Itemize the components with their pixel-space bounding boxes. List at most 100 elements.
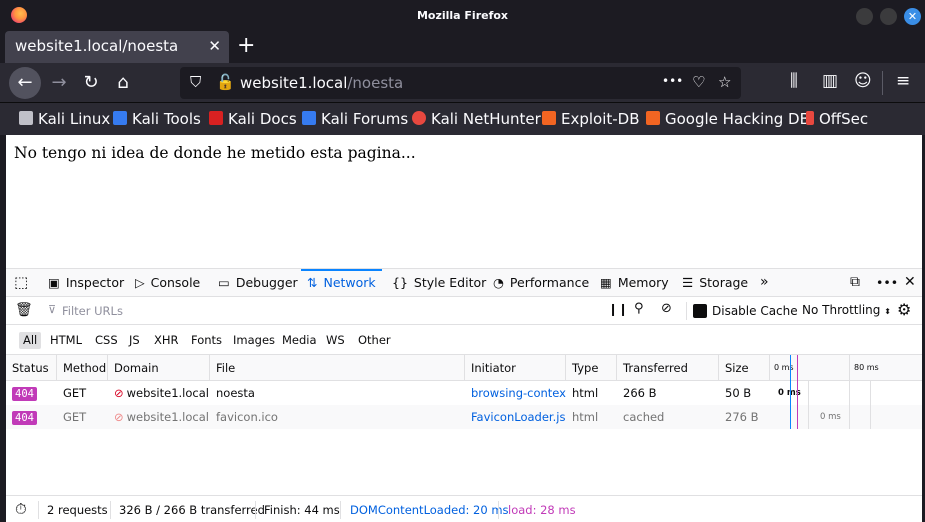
url-bar[interactable]: ⛉ 🔓 website1.local/noesta ••• ♡ ☆	[180, 67, 741, 99]
row-initiator-link[interactable]: browsing-contex...	[465, 381, 566, 405]
settings-gear-icon[interactable]: ⚙	[897, 300, 911, 319]
pocket-icon[interactable]: ♡	[692, 73, 705, 91]
column-file[interactable]: File	[210, 355, 465, 381]
column-timeline[interactable]: 0 ms 80 ms	[770, 355, 922, 381]
menu-hamburger-icon[interactable]: ≡	[896, 71, 910, 91]
tab-title: website1.local/noesta	[15, 37, 179, 55]
tab-inspector[interactable]: ▣ Inspector	[48, 269, 124, 296]
minimize-button[interactable]	[856, 8, 873, 25]
bookmark-label: Exploit-DB	[561, 110, 640, 128]
bookmark-kali-forums[interactable]: Kali Forums	[302, 110, 408, 128]
storage-icon: ☰	[682, 275, 694, 290]
home-button[interactable]: ⌂	[107, 67, 139, 99]
column-size[interactable]: Size	[719, 355, 770, 381]
row-timing: 0 ms	[778, 388, 801, 398]
timeline-label-80: 80 ms	[854, 363, 879, 372]
type-filter-js[interactable]: JS	[125, 332, 144, 349]
column-type[interactable]: Type	[566, 355, 617, 381]
tab-debugger[interactable]: ▭ Debugger	[218, 269, 298, 296]
bookmark-kali-nethunter[interactable]: Kali NetHunter	[412, 110, 541, 128]
insecure-lock-icon[interactable]: 🔓	[216, 73, 235, 91]
bookmark-kali-linux[interactable]: Kali Linux	[19, 110, 110, 128]
summary-requests: 2 requests	[47, 503, 108, 517]
type-filter-media[interactable]: Media	[278, 332, 321, 349]
window-titlebar: Mozilla Firefox ✕	[0, 0, 925, 31]
more-tools-chevron-icon[interactable]: »	[760, 269, 769, 296]
row-method: GET	[63, 410, 87, 424]
bookmark-kali-docs[interactable]: Kali Docs	[209, 110, 297, 128]
tab-performance[interactable]: ◔ Performance	[493, 269, 589, 296]
page-content: No tengo ni idea de donde he metido esta…	[6, 135, 922, 268]
account-icon[interactable]: ☺	[854, 71, 872, 91]
bookmark-kali-tools[interactable]: Kali Tools	[113, 110, 201, 128]
type-filter-xhr[interactable]: XHR	[150, 332, 183, 349]
column-initiator[interactable]: Initiator	[465, 355, 566, 381]
column-status[interactable]: Status	[6, 355, 57, 381]
stopwatch-icon[interactable]: ⏱	[15, 500, 27, 518]
divider	[110, 501, 111, 519]
clear-trash-icon[interactable]: 🗑	[15, 302, 33, 318]
disable-cache-label[interactable]: Disable Cache	[712, 304, 798, 318]
tab-memory[interactable]: ▦ Memory	[600, 269, 669, 296]
kali-forums-icon	[302, 111, 316, 125]
performance-icon: ◔	[493, 275, 504, 290]
maximize-button[interactable]	[880, 8, 897, 25]
tracking-shield-icon[interactable]: ⛉	[190, 73, 201, 91]
throttling-select[interactable]: No Throttling ⬍	[802, 303, 891, 317]
filter-urls-input[interactable]	[42, 301, 592, 321]
block-icon[interactable]: ⊘	[661, 301, 672, 316]
page-actions-icon[interactable]: •••	[662, 74, 683, 88]
search-icon[interactable]: ⚲	[634, 301, 644, 316]
table-row[interactable]: 404 GET ⊘ website1.local favicon.ico Favi…	[6, 405, 922, 429]
type-filter-images[interactable]: Images	[229, 332, 279, 349]
library-icon[interactable]: ⫼	[790, 71, 798, 91]
dock-toggle-icon[interactable]: ⧉	[850, 269, 860, 296]
bookmark-google-hacking-db[interactable]: Google Hacking DB	[646, 110, 810, 128]
column-method[interactable]: Method	[57, 355, 108, 381]
bookmark-label: Kali Docs	[228, 110, 297, 128]
back-button[interactable]: ←	[9, 67, 41, 99]
type-filter-css[interactable]: CSS	[91, 332, 122, 349]
tab-style-editor[interactable]: {} Style Editor	[392, 269, 486, 296]
bookmark-label: Kali Forums	[321, 110, 409, 128]
type-filter-fonts[interactable]: Fonts	[187, 332, 226, 349]
pause-icon[interactable]: ❙❙	[608, 302, 628, 316]
bookmark-label: Google Hacking DB	[665, 110, 810, 128]
browser-tab[interactable]: website1.local/noesta ✕	[5, 31, 229, 63]
row-transferred: 266 B	[623, 386, 657, 400]
bookmark-offsec[interactable]: OffSec	[806, 110, 868, 128]
column-transferred[interactable]: Transferred	[617, 355, 719, 381]
page-body-text: No tengo ni idea de donde he metido esta…	[14, 144, 416, 162]
element-picker-icon[interactable]: ⬚	[14, 269, 28, 296]
disable-cache-checkbox[interactable]	[693, 304, 707, 318]
tab-network[interactable]: ⇅ Network	[301, 269, 382, 296]
type-filter-ws[interactable]: WS	[322, 332, 349, 349]
sidebar-icon[interactable]: ▥	[822, 71, 838, 91]
timeline-gridline	[849, 355, 850, 429]
new-tab-button[interactable]: +	[237, 33, 255, 58]
tab-storage[interactable]: ☰ Storage	[682, 269, 748, 296]
type-filter-html[interactable]: HTML	[46, 332, 86, 349]
tab-label: Network	[323, 275, 376, 290]
url-path: /noesta	[347, 74, 404, 92]
type-filter-all[interactable]: All	[19, 332, 42, 349]
table-row[interactable]: 404 GET ⊘ website1.local noesta browsing-…	[6, 381, 922, 405]
forward-button[interactable]: →	[43, 67, 75, 99]
devtools-options-icon[interactable]: •••	[876, 269, 898, 296]
column-domain[interactable]: Domain	[108, 355, 210, 381]
row-domain: ⊘ website1.local	[108, 405, 210, 429]
bookmark-star-icon[interactable]: ☆	[718, 73, 731, 91]
type-filter-other[interactable]: Other	[354, 332, 395, 349]
bookmark-exploit-db[interactable]: Exploit-DB	[542, 110, 640, 128]
tab-label: Inspector	[65, 275, 125, 290]
navigation-bar: ← → ↻ ⌂ ⛉ 🔓 website1.local/noesta ••• ♡ …	[0, 63, 925, 103]
divider	[498, 501, 499, 519]
reload-button[interactable]: ↻	[75, 67, 107, 99]
row-initiator-link[interactable]: FaviconLoader.js...	[465, 405, 566, 429]
offsec-icon	[806, 111, 814, 125]
tab-close-icon[interactable]: ✕	[208, 37, 221, 55]
close-window-button[interactable]: ✕	[904, 8, 921, 25]
devtools-close-icon[interactable]: ✕	[904, 269, 916, 296]
row-timing: 0 ms	[820, 412, 841, 422]
tab-console[interactable]: ▷ Console	[135, 269, 200, 296]
